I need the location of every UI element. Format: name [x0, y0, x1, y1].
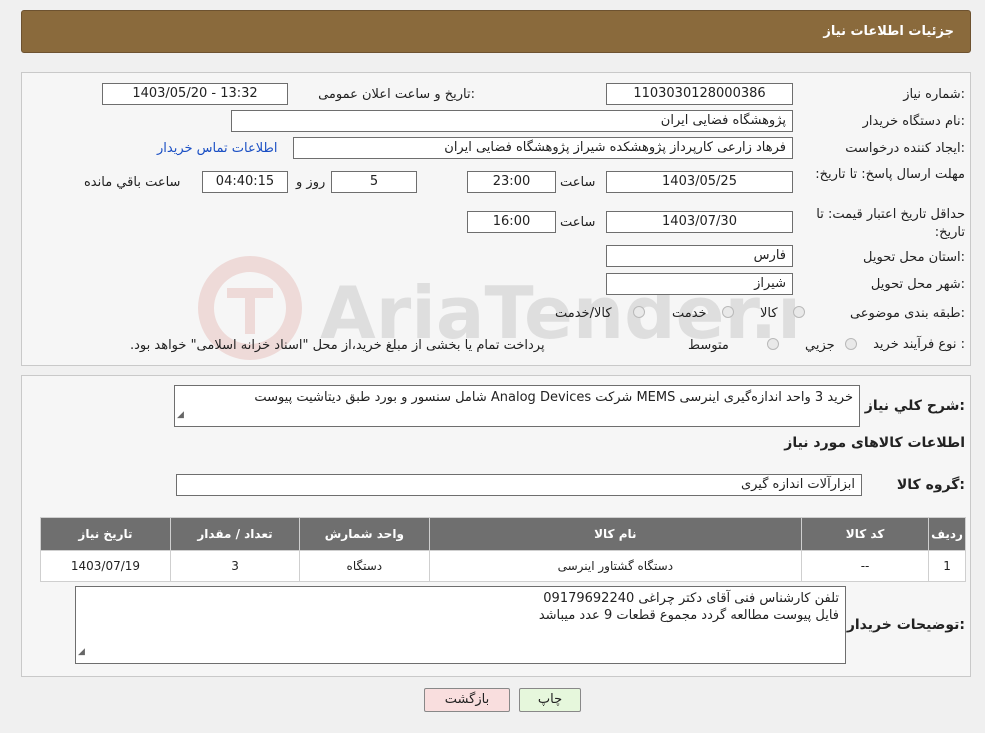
cell-name: دستگاه گشتاور اینرسی — [428, 550, 803, 582]
validity-label: حداقل تاریخ اعتبار قیمت: تا تاریخ: — [816, 207, 965, 240]
city-label: شهر محل تحویل: — [870, 277, 965, 292]
summary-text: خرید 3 واحد اندازه‌گیری اینرسی MEMS شرکت… — [254, 390, 853, 405]
group-field: ابزارآلات اندازه گیری — [176, 474, 862, 496]
category-service-radio[interactable] — [722, 306, 734, 318]
group-label: گروه کالا: — [896, 477, 965, 493]
cell-date: 1403/07/19 — [40, 550, 171, 582]
notes-textarea[interactable]: تلفن کارشناس فنی آقای دکتر چراغی 0917969… — [75, 586, 846, 664]
resize-grip-icon[interactable]: ◢ — [177, 407, 184, 424]
announce-label: تاریخ و ساعت اعلان عمومی: — [318, 87, 475, 102]
deadline-time-field: 23:00 — [467, 171, 556, 193]
col-unit-header: واحد شمارش — [299, 517, 430, 551]
cell-code: -- — [801, 550, 930, 582]
category-label: طبقه بندی موضوعی: — [849, 306, 965, 321]
cell-row: 1 — [928, 550, 966, 582]
buyer-field: پژوهشگاه فضایی ایران — [231, 110, 793, 132]
table-row: 1 -- دستگاه گشتاور اینرسی دستگاه 3 1403/… — [40, 550, 966, 582]
col-row-header: رديف — [928, 517, 966, 551]
city-field: شیراز — [606, 273, 793, 295]
category-goods-radio[interactable] — [793, 306, 805, 318]
deadline-date-field: 1403/05/25 — [606, 171, 793, 193]
col-name-header: نام کالا — [428, 517, 803, 551]
cell-unit: دستگاه — [299, 550, 430, 582]
process-minor-label: جزیي — [805, 338, 835, 353]
print-button[interactable]: چاپ — [519, 688, 581, 712]
process-medium-label: متوسط — [688, 338, 729, 353]
days-field: 5 — [331, 171, 417, 193]
buyer-label: نام دستگاه خریدار: — [862, 114, 965, 129]
items-heading: اطلاعات کالاهای مورد نياز — [784, 435, 965, 451]
summary-textarea[interactable]: خرید 3 واحد اندازه‌گیری اینرسی MEMS شرکت… — [174, 385, 860, 427]
resize-grip-icon[interactable]: ◢ — [78, 644, 85, 661]
category-goods-label: کالا — [760, 306, 778, 321]
category-both-label: کالا/خدمت — [555, 306, 612, 321]
remaining-label: ساعت باقي مانده — [84, 175, 181, 190]
process-minor-radio[interactable] — [845, 338, 857, 350]
payment-note: پرداخت تمام یا بخشی از مبلغ خرید،از محل … — [130, 338, 545, 353]
page-header: جزئیات اطلاعات نیاز — [21, 10, 971, 53]
deadline-label: مهلت ارسال پاسخ: تا تاریخ: — [815, 167, 965, 182]
buyer-contact-link[interactable]: اطلاعات تماس خریدار — [157, 141, 277, 156]
need-number-field: 1103030128000386 — [606, 83, 793, 105]
items-table-header: رديف کد کالا نام کالا واحد شمارش تعداد /… — [40, 517, 966, 551]
col-date-header: تاریخ نیاز — [40, 517, 171, 551]
process-label: نوع فرآیند خرید : — [873, 337, 965, 352]
cell-quantity: 3 — [169, 550, 301, 582]
category-both-radio[interactable] — [633, 306, 645, 318]
notes-label: توضیحات خریدار: — [846, 617, 965, 633]
items-table: رديف کد کالا نام کالا واحد شمارش تعداد /… — [40, 517, 966, 582]
col-quantity-header: تعداد / مقدار — [169, 517, 301, 551]
validity-date-field: 1403/07/30 — [606, 211, 793, 233]
remaining-time-field: 04:40:15 — [202, 171, 288, 193]
creator-label: ایجاد کننده درخواست: — [845, 141, 965, 156]
validity-time-field: 16:00 — [467, 211, 556, 233]
page-title: جزئیات اطلاعات نیاز — [823, 24, 954, 39]
days-label: روز و — [296, 175, 326, 190]
notes-line-2: فایل پیوست مطالعه گردد مجموع قطعات 9 عدد… — [538, 608, 839, 623]
province-field: فارس — [606, 245, 793, 267]
validity-time-label: ساعت — [560, 215, 596, 230]
summary-label: شرح کلي نياز: — [864, 398, 965, 414]
back-button[interactable]: بازگشت — [424, 688, 510, 712]
creator-field: فرهاد زارعی کارپرداز پژوهشکده شیراز پژوه… — [293, 137, 793, 159]
deadline-time-label: ساعت — [560, 175, 596, 190]
process-medium-radio[interactable] — [767, 338, 779, 350]
need-number-label: شماره نیاز: — [903, 87, 965, 102]
province-label: استان محل تحویل: — [863, 250, 965, 265]
notes-line-1: تلفن کارشناس فنی آقای دکتر چراغی 0917969… — [543, 591, 839, 606]
col-code-header: کد کالا — [801, 517, 930, 551]
announce-datetime-field: 1403/05/20 - 13:32 — [102, 83, 288, 105]
category-service-label: خدمت — [672, 306, 707, 321]
